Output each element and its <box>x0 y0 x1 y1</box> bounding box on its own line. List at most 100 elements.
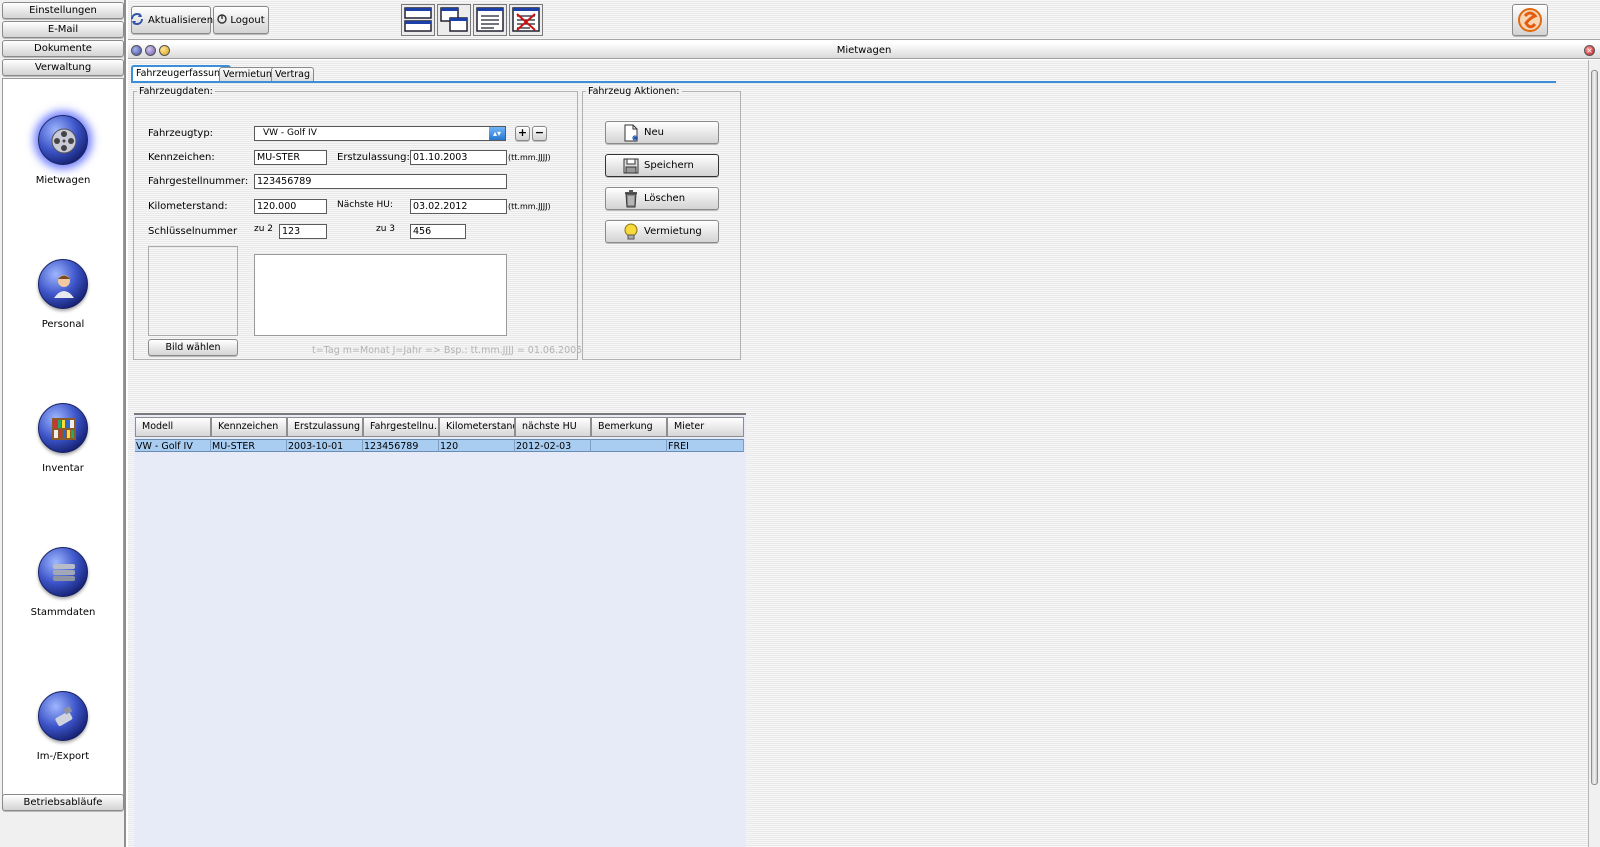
refresh-icon <box>129 12 145 29</box>
nav-item-stammdaten[interactable]: Stammdaten <box>3 547 123 667</box>
trash-icon <box>621 189 641 208</box>
key3-label: zu 3 <box>376 224 396 234</box>
documents-button[interactable]: Dokumente <box>2 40 124 57</box>
administration-button[interactable]: Verwaltung <box>2 59 124 76</box>
column-header-modell[interactable]: Modell <box>135 417 211 437</box>
plate-label: Kennzeichen: <box>148 152 215 163</box>
new-button-label: Neu <box>644 127 664 138</box>
table-cell: MU-STER <box>211 439 287 452</box>
tab-fahrzeugerfassung[interactable]: Fahrzeugerfassung <box>131 65 232 82</box>
table-cell: VW - Golf IV <box>135 439 211 452</box>
table-cell: 2012-02-03 <box>515 439 591 452</box>
new-document-icon <box>621 124 641 142</box>
vehicle-table: Modell Kennzeichen Erstzulassung Fahrges… <box>134 413 746 847</box>
nav-item-personal[interactable]: Personal <box>3 259 123 379</box>
save-button[interactable]: Speichern <box>605 154 719 177</box>
vehicle-type-value: VW - Golf IV <box>263 128 317 138</box>
vehicle-actions-legend: Fahrzeug Aktionen: <box>588 86 680 97</box>
tab-panel: Fahrzeugdaten: Fahrzeugtyp: VW - Golf IV… <box>131 81 1556 847</box>
add-vehicle-type-button[interactable]: + <box>515 126 530 141</box>
mileage-label: Kilometerstand: <box>148 201 228 212</box>
refresh-button[interactable]: Aktualisieren <box>129 6 213 34</box>
sidebar: Einstellungen E-Mail Dokumente Verwaltun… <box>0 0 126 847</box>
scrollbar-thumb[interactable] <box>1591 70 1598 785</box>
table-cell: 2003-10-01 <box>287 439 363 452</box>
new-button[interactable]: Neu <box>605 121 719 144</box>
window-titlebar: Mietwagen × <box>128 43 1600 59</box>
close-icon[interactable]: × <box>1584 45 1595 56</box>
nav-item-mietwagen[interactable]: Mietwagen <box>3 115 123 235</box>
column-header-kennzeichen[interactable]: Kennzeichen <box>211 417 287 437</box>
registration-date-field[interactable]: 01.10.2003 <box>410 150 507 165</box>
rent-button-label: Vermietung <box>644 226 702 237</box>
logout-label: Logout <box>230 14 265 26</box>
toolbar: Aktualisieren Logout <box>128 0 1600 40</box>
delete-button[interactable]: Löschen <box>605 187 719 210</box>
window-title: Mietwagen <box>836 45 892 56</box>
database-stack-icon <box>38 547 88 597</box>
date-format-note: t=Tag m=Monat J=Jahr => Bsp.: tt.mm.JJJJ… <box>312 345 583 356</box>
key2-field[interactable]: 123 <box>279 224 327 239</box>
rent-button[interactable]: Vermietung <box>605 220 719 243</box>
choose-image-button[interactable]: Bild wählen <box>148 339 238 356</box>
table-cell: 123456789 <box>363 439 439 452</box>
nav-label: Im-/Export <box>36 751 90 762</box>
bookshelf-icon <box>38 403 88 453</box>
next-hu-field[interactable]: 03.02.2012 <box>410 199 507 214</box>
film-reel-icon <box>38 115 88 165</box>
key-number-label: Schlüsselnummer <box>148 226 238 237</box>
vin-label: Fahrgestellnummer: <box>148 176 249 187</box>
vehicle-type-label: Fahrzeugtyp: <box>148 128 214 139</box>
registration-date-hint: (tt.mm.JJJJ) <box>508 153 551 162</box>
logout-button[interactable]: Logout <box>213 6 269 34</box>
column-header-bemerkung[interactable]: Bemerkung <box>591 417 667 437</box>
vehicle-type-select[interactable]: VW - Golf IV ▴▾ <box>254 126 506 141</box>
column-header-fahrgestellnummer[interactable]: Fahrgestellnu... <box>363 417 439 437</box>
nav-label: Mietwagen <box>35 175 91 186</box>
nav-label: Inventar <box>42 463 84 474</box>
table-cell: 120 <box>439 439 515 452</box>
floppy-disk-icon <box>621 157 641 175</box>
vin-field[interactable]: 123456789 <box>254 174 507 189</box>
document-icon[interactable] <box>473 4 507 36</box>
plate-field[interactable]: MU-STER <box>254 150 327 165</box>
next-hu-date-hint: (tt.mm.JJJJ) <box>508 202 551 211</box>
key3-field[interactable]: 456 <box>410 224 466 239</box>
tab-vertrag[interactable]: Vertrag <box>271 67 314 82</box>
notes-textarea[interactable] <box>254 254 507 336</box>
column-header-mieter[interactable]: Mieter <box>667 417 744 437</box>
key2-label: zu 2 <box>254 224 274 234</box>
settings-button[interactable]: Einstellungen <box>2 2 124 19</box>
table-cell: FREI <box>667 439 744 452</box>
next-hu-label: Nächste HU: <box>337 200 393 210</box>
registration-label: Erstzulassung: <box>337 152 410 163</box>
remove-vehicle-type-button[interactable]: − <box>532 126 547 141</box>
app-logo-icon[interactable] <box>1512 4 1548 36</box>
workflows-button[interactable]: Betriebsabläufe <box>2 794 124 811</box>
nav-label: Stammdaten <box>30 607 96 618</box>
nav-item-im-export[interactable]: Im-/Export <box>3 691 123 811</box>
mileage-field[interactable]: 120.000 <box>254 199 327 214</box>
email-button[interactable]: E-Mail <box>2 21 124 38</box>
column-header-kilometerstand[interactable]: Kilometerstand <box>439 417 515 437</box>
vehicle-actions-group: Fahrzeug Aktionen: Neu Speichern Löschen <box>582 86 741 360</box>
cascade-icon[interactable] <box>437 4 471 36</box>
dropdown-arrow-icon: ▴▾ <box>489 127 505 140</box>
logout-icon <box>217 13 228 27</box>
vehicle-image-box <box>148 246 238 336</box>
vehicle-data-group: Fahrzeugdaten: Fahrzeugtyp: VW - Golf IV… <box>133 86 582 360</box>
column-header-naechste-hu[interactable]: nächste HU <box>515 417 591 437</box>
nav-item-inventar[interactable]: Inventar <box>3 403 123 523</box>
delete-button-label: Löschen <box>644 193 686 204</box>
vertical-scrollbar[interactable] <box>1588 60 1600 847</box>
tile-horizontal-icon[interactable] <box>401 4 435 36</box>
window-body: Fahrzeugerfassung Vermietung Vertrag Fah… <box>128 60 1588 847</box>
vehicle-data-legend: Fahrzeugdaten: <box>139 86 213 97</box>
close-all-icon[interactable] <box>509 4 543 36</box>
person-icon <box>38 259 88 309</box>
lightbulb-icon <box>621 223 641 241</box>
column-header-erstzulassung[interactable]: Erstzulassung <box>287 417 363 437</box>
module-panel: Mietwagen Personal Inventar Stammdaten I… <box>2 78 124 807</box>
usb-plug-icon <box>38 691 88 741</box>
nav-label: Personal <box>41 319 85 330</box>
